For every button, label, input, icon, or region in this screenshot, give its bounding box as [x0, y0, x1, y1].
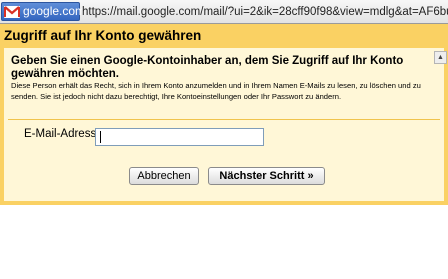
- dialog-title-bar: Zugriff auf Ihr Konto gewähren: [0, 24, 448, 48]
- cancel-button[interactable]: Abbrechen: [129, 167, 199, 185]
- url-field[interactable]: https://mail.google.com/mail/?ui=2&ik=28…: [82, 3, 448, 21]
- address-bar: google.com https://mail.google.com/mail/…: [0, 0, 448, 24]
- dialog-description: Diese Person erhält das Recht, sich in I…: [11, 81, 421, 101]
- dialog-heading: Geben Sie einen Google-Kontoinhaber an, …: [11, 55, 404, 80]
- scroll-up-arrow-icon[interactable]: ▲: [434, 51, 447, 64]
- next-step-button[interactable]: Nächster Schritt »: [208, 167, 325, 185]
- popup-window: google.com https://mail.google.com/mail/…: [0, 0, 448, 279]
- email-label: E-Mail-Adresse:: [24, 128, 106, 140]
- gmail-icon: [4, 5, 20, 18]
- email-input[interactable]: [95, 128, 264, 146]
- divider: [8, 119, 440, 120]
- site-identity-badge[interactable]: google.com: [1, 2, 85, 21]
- text-cursor: [100, 131, 101, 143]
- dialog-title: Zugriff auf Ihr Konto gewähren: [4, 28, 202, 43]
- site-name: google.com: [23, 4, 86, 18]
